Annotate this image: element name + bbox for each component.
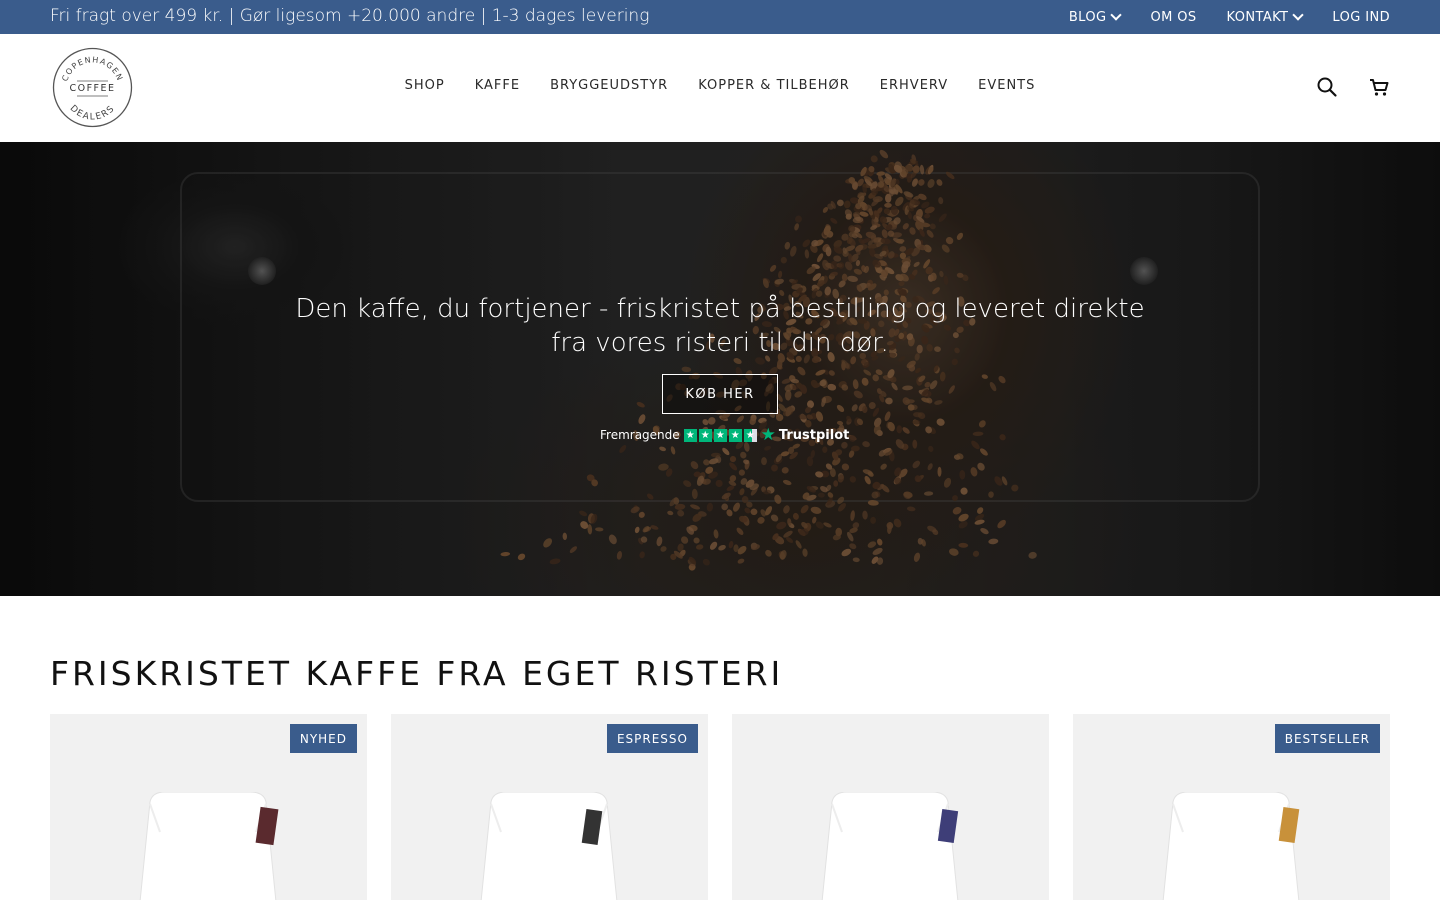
product-badge: NYHED	[289, 724, 357, 753]
star-icon: ★	[728, 428, 742, 442]
nav-item-kopper-tilbehor[interactable]: KOPPER & TILBEHØR	[698, 78, 850, 93]
utility-nav: BLOG OM OS KONTAKT LOG IND	[1069, 0, 1390, 34]
product-card[interactable]: BESTSELLER	[1073, 714, 1390, 900]
utility-link-label: LOG IND	[1332, 9, 1390, 25]
nav-item-shop[interactable]: SHOP	[405, 78, 445, 93]
trustpilot-rating-label: Fremragende	[600, 428, 680, 442]
search-icon[interactable]	[1316, 76, 1338, 98]
coffee-bag-image	[1158, 792, 1304, 900]
main-nav: SHOP KAFFE BRYGGEUDSTYR KOPPER & TILBEHØ…	[0, 78, 1440, 93]
hero-title-line-1: Den kaffe, du fortjener - friskristet på…	[295, 294, 1145, 324]
star-half-icon: ★	[743, 428, 757, 442]
hero-title: Den kaffe, du fortjener - friskristet på…	[0, 292, 1440, 360]
trustpilot-brand: Trustpilot	[778, 427, 850, 443]
site-header: COPENHAGEN COFFEE DEALERS SHOP KAFFE BRY…	[0, 34, 1440, 142]
product-card[interactable]: ESPRESSO	[391, 714, 708, 900]
utility-link-blog[interactable]: BLOG	[1068, 8, 1123, 25]
nav-item-events[interactable]: EVENTS	[978, 78, 1035, 93]
coffee-bag-image	[476, 792, 622, 900]
star-icon: ★	[698, 428, 712, 442]
product-grid: NYHED ESPRESSO BESTSELLER	[50, 714, 1390, 900]
star-icon: ★	[683, 428, 697, 442]
coffee-bag-image	[817, 792, 963, 900]
hero-title-line-2: fra vores risteri til din dør.	[551, 328, 889, 358]
star-icon: ★	[713, 428, 727, 442]
section-title: FRISKRISTET KAFFE FRA EGET RISTERI	[50, 654, 784, 693]
coffee-bag-image	[135, 792, 281, 900]
header-actions	[1316, 76, 1390, 98]
product-badge: ESPRESSO	[606, 724, 698, 753]
nav-item-bryggeudstyr[interactable]: BRYGGEUDSTYR	[550, 78, 668, 93]
utility-link-label: OM OS	[1150, 9, 1197, 25]
chevron-down-icon	[1110, 8, 1123, 21]
trustpilot-widget[interactable]: Fremragende ★ ★ ★ ★ ★ ★ Trustpilot	[600, 425, 850, 445]
announcement-text: Fri fragt over 499 kr. | Gør ligesom +20…	[50, 6, 650, 26]
chevron-down-icon	[1292, 8, 1305, 21]
nav-item-kaffe[interactable]: KAFFE	[475, 78, 520, 93]
trustpilot-logo: ★ Trustpilot	[761, 425, 850, 445]
trustpilot-star-icon: ★	[760, 425, 776, 445]
product-card[interactable]: NYHED	[50, 714, 367, 900]
product-badge: BESTSELLER	[1274, 724, 1380, 753]
product-card[interactable]	[732, 714, 1049, 900]
utility-link-contact[interactable]: KONTAKT	[1226, 8, 1305, 25]
nav-item-erhverv[interactable]: ERHVERV	[880, 78, 948, 93]
utility-link-login[interactable]: LOG IND	[1332, 10, 1390, 25]
utility-link-about[interactable]: OM OS	[1150, 10, 1196, 25]
buy-here-button[interactable]: KØB HER	[662, 374, 778, 414]
announcement-bar: Fri fragt over 499 kr. | Gør ligesom +20…	[0, 0, 1440, 34]
hero-banner: Den kaffe, du fortjener - friskristet på…	[0, 142, 1440, 596]
hero-overlay	[0, 142, 1440, 596]
cart-icon[interactable]	[1368, 76, 1390, 98]
utility-link-label: BLOG	[1068, 9, 1107, 25]
trustpilot-stars: ★ ★ ★ ★ ★	[683, 428, 757, 442]
utility-link-label: KONTAKT	[1226, 9, 1289, 25]
